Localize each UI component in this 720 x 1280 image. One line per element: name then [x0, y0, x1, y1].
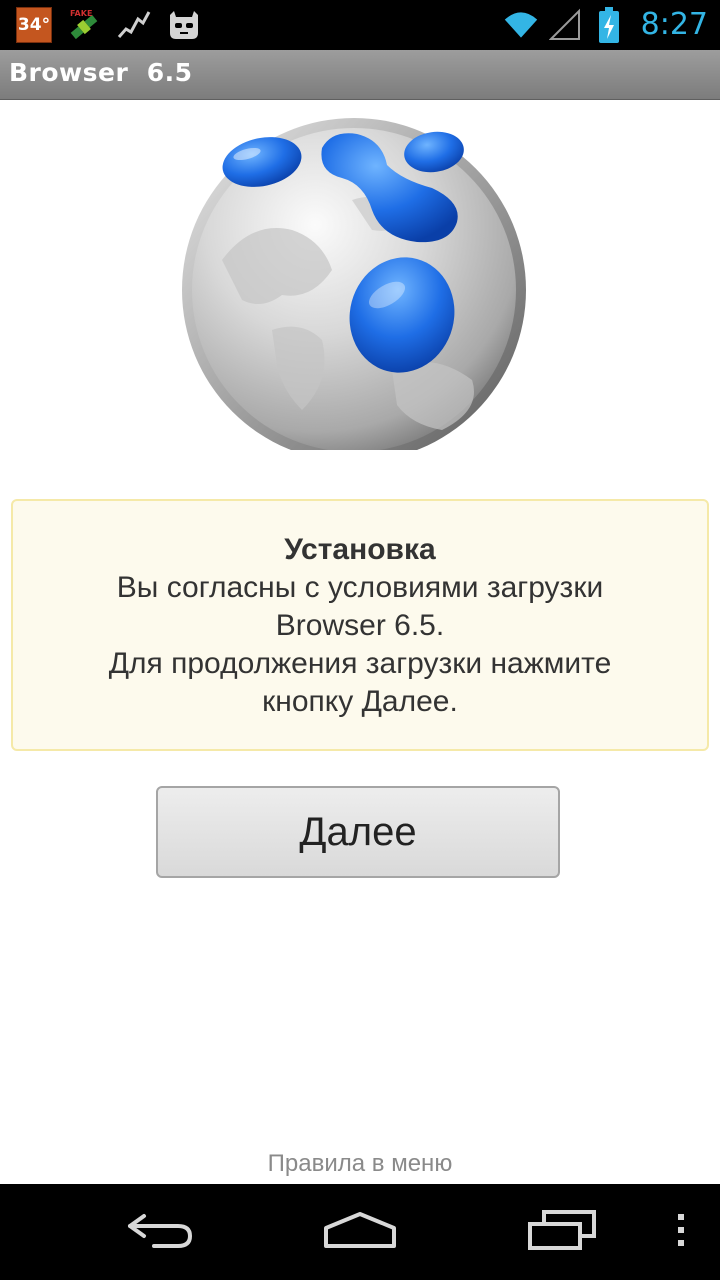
cell-signal-icon: [547, 7, 583, 43]
menu-icon: [676, 1210, 686, 1254]
menu-button[interactable]: [664, 1204, 698, 1260]
battery-charging-icon: [591, 7, 627, 43]
cyanogenmod-mascot-icon: [166, 7, 202, 43]
next-button[interactable]: Далее: [156, 786, 560, 878]
app-title: Browser 6.5: [9, 58, 193, 87]
home-button[interactable]: [318, 1204, 402, 1260]
home-icon: [322, 1210, 398, 1254]
fake-gps-satellite-icon: FAKE: [66, 7, 102, 43]
notification-icons: 34° FAKE: [16, 7, 202, 43]
system-icons: 8:27: [503, 6, 708, 44]
back-button[interactable]: [120, 1204, 200, 1260]
rules-in-menu-hint: Правила в меню: [267, 1150, 453, 1177]
clock: 8:27: [640, 7, 708, 42]
recent-apps-icon: [526, 1210, 598, 1254]
app-title-bar: Browser 6.5: [0, 50, 720, 100]
wifi-icon: [503, 7, 539, 43]
status-bar: 34° FAKE 8:27: [0, 0, 720, 50]
back-icon: [124, 1210, 196, 1254]
screen: 34° FAKE 8:27 Browser 6.5 Установка Вы с…: [0, 0, 720, 1280]
info-line: Browser 6.5.: [275, 609, 445, 642]
install-title: Установка: [284, 533, 436, 566]
navigation-bar: [0, 1184, 720, 1280]
browser-globe-logo: [182, 110, 532, 450]
recent-apps-button[interactable]: [522, 1204, 602, 1260]
install-info-panel: Установка Вы согласны с условиями загруз…: [11, 499, 709, 751]
info-line: Вы согласны с условиями загрузки: [116, 571, 604, 604]
svg-text:FAKE: FAKE: [70, 9, 92, 18]
temperature-badge: 34°: [16, 7, 52, 43]
info-line: кнопку Далее.: [262, 685, 458, 718]
info-line: Для продолжения загрузки нажмите: [108, 647, 612, 680]
activity-graph-icon: [116, 7, 152, 43]
